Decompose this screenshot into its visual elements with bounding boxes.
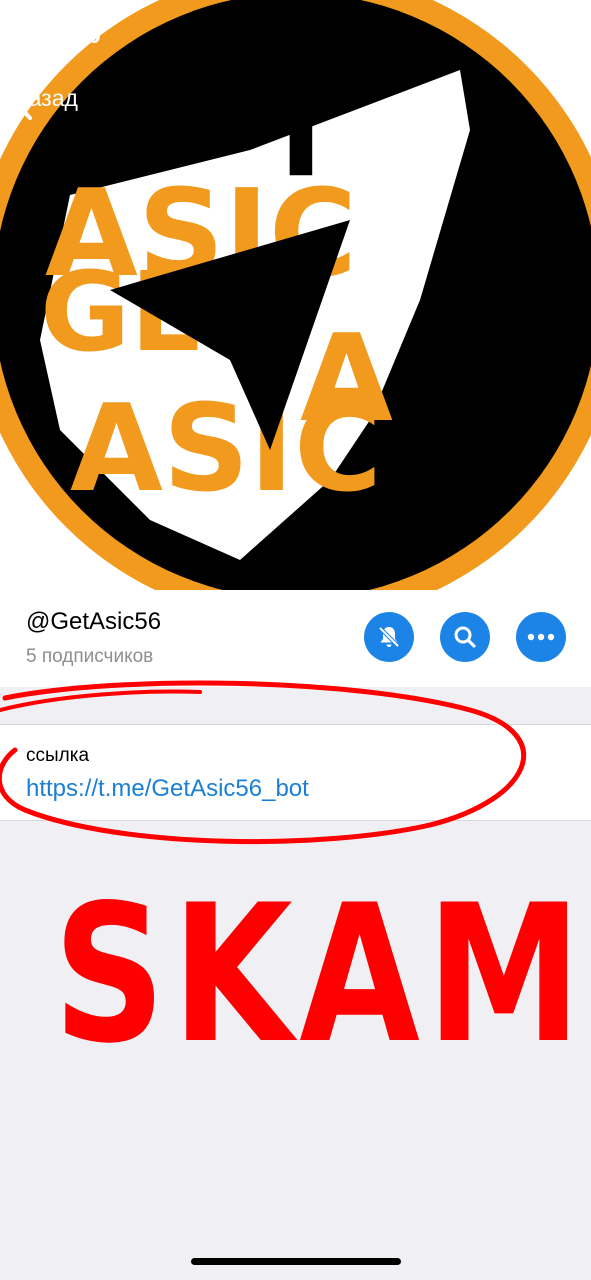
network-type: 4G <box>497 25 520 44</box>
search-button[interactable] <box>440 612 490 662</box>
avatar-logo: ASIC GET A ASIC T <box>0 0 591 590</box>
scam-warning-text: SKAM <box>53 864 588 1085</box>
subscriber-count: 5 подписчиков <box>26 646 154 667</box>
channel-avatar[interactable]: ASIC GET A ASIC T 09:50 4G <box>0 0 591 590</box>
more-dots-icon <box>527 633 555 641</box>
battery-icon <box>0 0 30 16</box>
bell-muted-icon <box>378 626 400 648</box>
status-bar: 09:50 4G <box>0 0 591 70</box>
home-indicator[interactable] <box>191 1258 401 1265</box>
avatar-text-asic-bottom: ASIC <box>70 380 382 519</box>
channel-handle: @GetAsic56 <box>26 608 162 635</box>
red-ellipse-annotation <box>0 680 527 845</box>
more-button[interactable] <box>516 612 566 662</box>
svg-text:T: T <box>260 65 342 204</box>
chevron-left-icon <box>14 86 32 120</box>
back-button[interactable]: Назад <box>12 85 78 120</box>
status-time: 09:50 <box>40 22 102 48</box>
mute-button[interactable] <box>364 612 414 662</box>
search-icon <box>454 626 476 648</box>
